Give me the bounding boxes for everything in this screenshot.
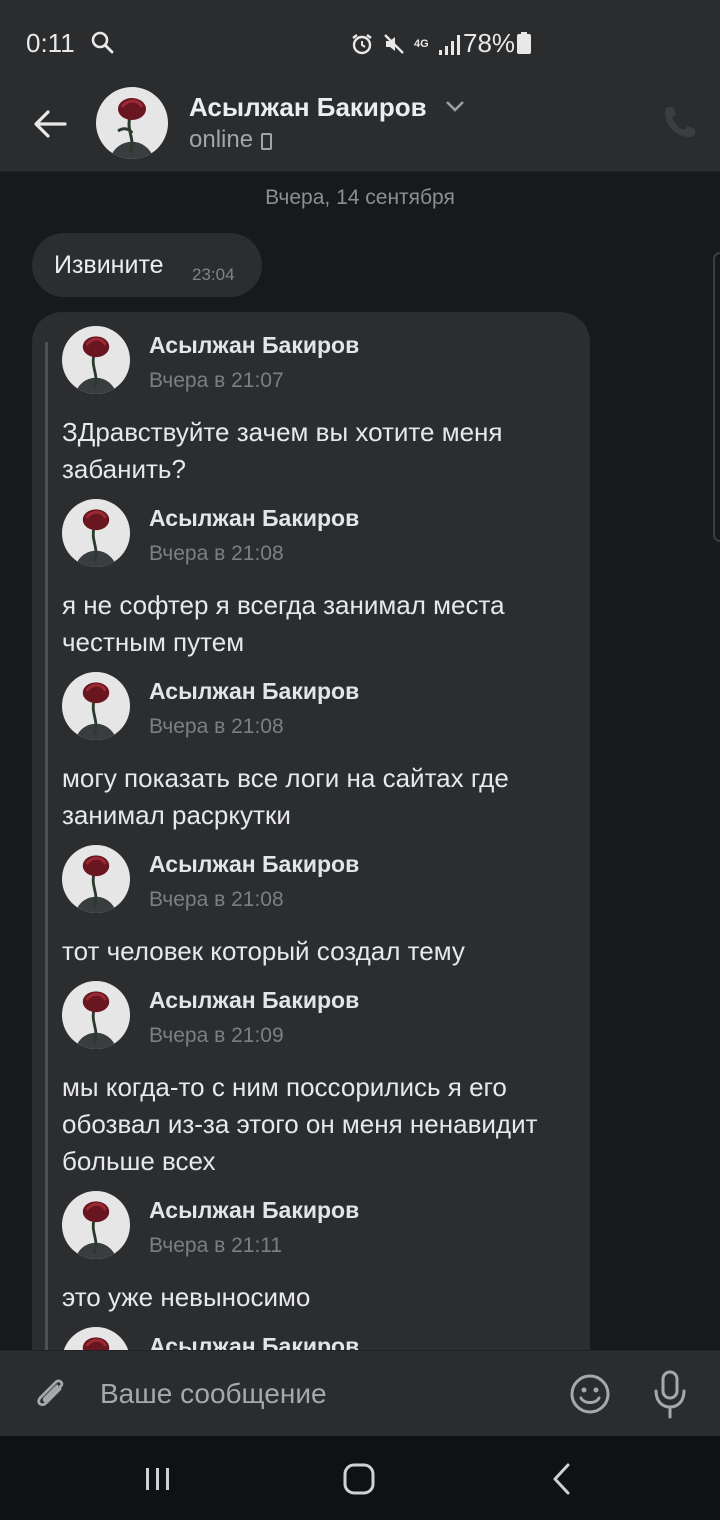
rose-avatar-image [96,87,168,159]
author-avatar[interactable] [62,981,130,1049]
signal-icon [439,35,460,55]
contact-status: online [189,126,273,154]
forwarded-text: ЗДравствуйте зачем вы хотите меня забани… [62,417,503,484]
recents-icon[interactable] [142,1464,174,1494]
author-avatar[interactable] [62,499,130,567]
forwarded-time: Вчера в 21:08 [149,542,284,565]
mute-icon [384,34,404,54]
forwarded-text: это уже невыносимо [62,1282,311,1312]
author-avatar[interactable] [62,1191,130,1259]
forwarded-text: могу показать все логи на сайтах где зан… [62,763,509,830]
contact-avatar[interactable] [96,87,168,159]
forwarded-time: Вчера в 21:08 [149,888,284,911]
forwarded-time: Вчера в 21:09 [149,1024,284,1047]
mobile-device-icon [261,132,273,150]
rose-avatar-image [62,1327,130,1350]
message-composer [0,1350,720,1436]
author-avatar[interactable] [62,845,130,913]
status-bar: 0:11 4G 78% [0,0,720,88]
rose-avatar-image [62,499,130,567]
author-name[interactable]: Асылжан Бакиров [149,332,359,359]
network-type: 4G [414,37,429,50]
status-icons: 4G [350,30,460,58]
author-name[interactable]: Асылжан Бакиров [149,987,359,1014]
rose-avatar-image [62,1191,130,1259]
paperclip-icon[interactable] [30,1371,70,1417]
arrow-left-icon [34,110,67,138]
forwarded-time: Вчера в 21:11 [149,1234,283,1257]
forwarded-text: я не софтер я всегда занимал места честн… [62,590,505,657]
forwarded-text: тот человек который создал тему [62,936,465,966]
rose-avatar-image [62,326,130,394]
author-avatar[interactable] [62,672,130,740]
message-text: Извините [54,251,164,279]
author-name[interactable]: Асылжан Бакиров [149,851,359,878]
system-nav-bar [0,1436,720,1520]
search-icon [91,31,114,54]
battery-icon [517,32,531,54]
forwarded-messages-bubble[interactable]: Асылжан Бакиров Вчера в 21:07 ЗДравствуй… [32,312,590,1350]
rose-avatar-image [62,672,130,740]
home-icon[interactable] [340,1460,378,1498]
battery-level: 78% [463,28,516,58]
message-list[interactable]: Вчера, 14 сентября Извините 23:04 Асылжа… [0,172,720,1350]
forwarded-indicator-bar [45,342,48,1350]
contact-name[interactable]: Асылжан Бакиров [189,92,427,123]
alarm-icon [352,34,372,55]
nav-back-icon[interactable] [546,1460,576,1498]
scrollbar-thumb[interactable] [713,252,720,542]
microphone-icon[interactable] [650,1369,690,1421]
author-avatar[interactable] [62,1327,130,1350]
message-time: 23:04 [192,265,235,284]
back-button[interactable] [26,100,74,148]
chevron-down-icon[interactable] [444,98,466,114]
message-input[interactable] [100,1369,540,1419]
message-bubble[interactable]: Извините 23:04 [32,233,262,297]
author-name[interactable]: Асылжан Бакиров [149,505,359,532]
phone-icon[interactable] [660,102,700,142]
status-time: 0:11 [26,28,75,58]
forwarded-text: мы когда-то с ним поссорились я его обоз… [62,1072,538,1176]
forwarded-time: Вчера в 21:08 [149,715,284,738]
author-name[interactable]: Асылжан Бакиров [149,678,359,705]
smiley-icon[interactable] [569,1373,611,1415]
date-separator: Вчера, 14 сентября [265,186,455,209]
author-avatar[interactable] [62,326,130,394]
rose-avatar-image [62,981,130,1049]
author-name[interactable]: Асылжан Бакиров [149,1197,359,1224]
rose-avatar-image [62,845,130,913]
author-name[interactable]: Асылжан Бакиров [149,1333,359,1350]
chat-header: Асылжан Бакиров online [0,87,720,172]
contact-status-text: online [189,126,254,153]
forwarded-time: Вчера в 21:07 [149,369,284,392]
